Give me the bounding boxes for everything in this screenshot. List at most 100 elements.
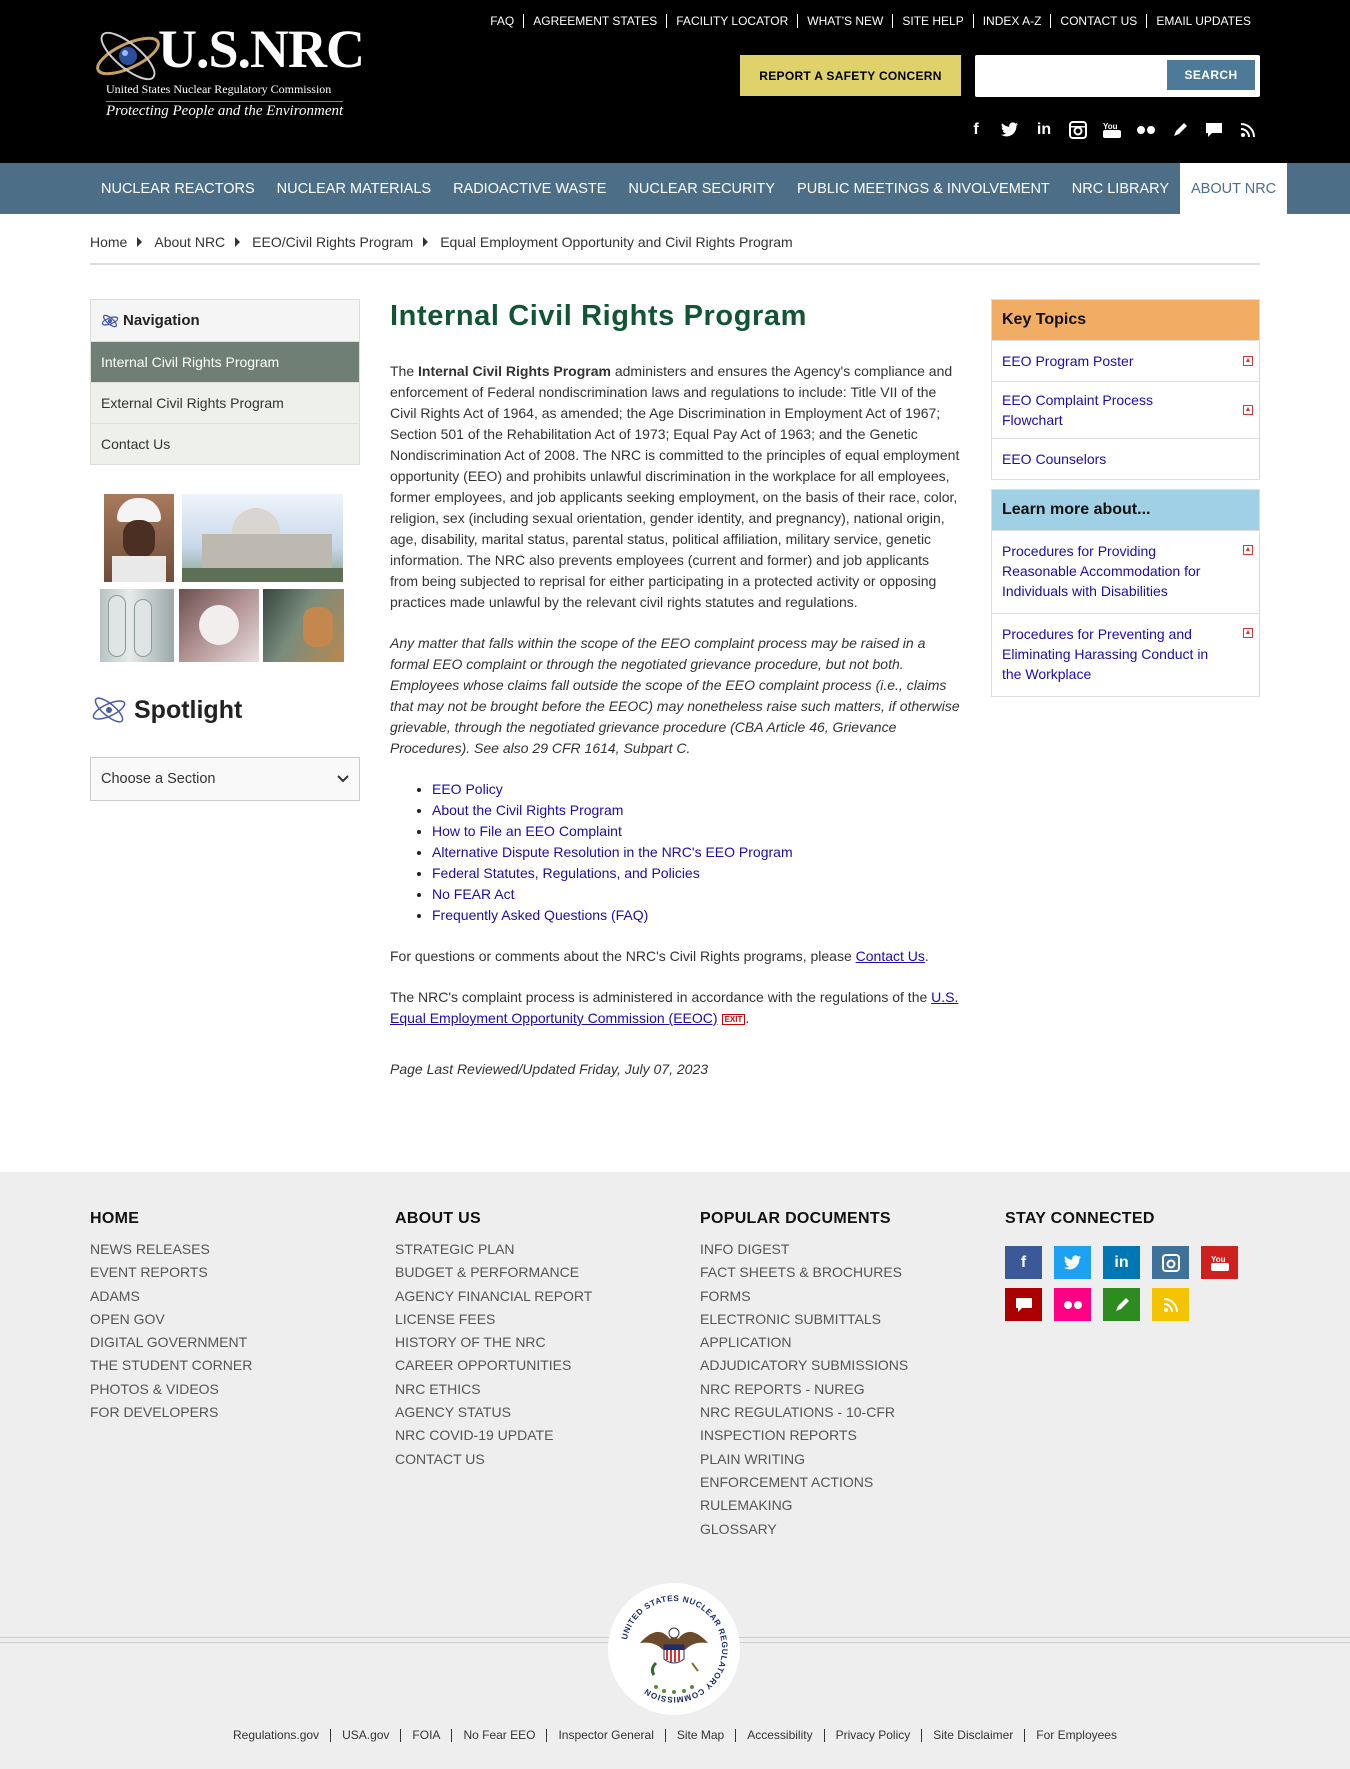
youtube-icon[interactable]: You (1201, 1246, 1238, 1279)
left-nav-contact-us[interactable]: Contact Us (91, 423, 359, 464)
footer-link[interactable]: AGENCY STATUS (395, 1401, 592, 1424)
footer-link[interactable]: PHOTOS & VIDEOS (90, 1378, 252, 1401)
key-topic-item[interactable]: EEO Complaint Process Flowchart ▲ (992, 381, 1259, 438)
key-topic-flowchart[interactable]: EEO Complaint Process Flowchart (1002, 390, 1217, 430)
util-link-faq[interactable]: FAQ (481, 14, 523, 28)
contact-us-link[interactable]: Contact Us (856, 948, 925, 964)
footer-link[interactable]: NRC REPORTS - NUREG (700, 1378, 930, 1401)
learn-more-reasonable-accommodation[interactable]: Procedures for Providing Reasonable Acco… (1002, 541, 1217, 601)
key-topic-item[interactable]: EEO Counselors (992, 438, 1259, 479)
util-link-email-updates[interactable]: EMAIL UPDATES (1146, 14, 1260, 28)
learn-more-item[interactable]: Procedures for Providing Reasonable Acco… (992, 530, 1259, 613)
footer-link[interactable]: NRC COVID-19 UPDATE (395, 1424, 592, 1447)
breadcrumb-eeo[interactable]: EEO/Civil Rights Program (252, 234, 413, 250)
footer-link[interactable]: ADJUDICATORY SUBMISSIONS (700, 1354, 930, 1377)
link-adr[interactable]: Alternative Dispute Resolution in the NR… (432, 844, 793, 860)
left-nav-external-civil-rights[interactable]: External Civil Rights Program (91, 382, 359, 423)
blog-icon[interactable] (1168, 118, 1192, 142)
flickr-icon[interactable] (1054, 1288, 1091, 1321)
footer-link[interactable]: EVENT REPORTS (90, 1261, 252, 1284)
youtube-icon[interactable]: You (1100, 118, 1124, 142)
rss-icon[interactable] (1152, 1288, 1189, 1321)
key-topic-counselors[interactable]: EEO Counselors (1002, 449, 1217, 469)
footer-link[interactable]: CONTACT US (395, 1448, 592, 1471)
instagram-icon[interactable] (1066, 118, 1090, 142)
nav-radioactive-waste[interactable]: RADIOACTIVE WASTE (442, 163, 617, 214)
comment-icon[interactable] (1005, 1288, 1042, 1321)
footer-popular-title[interactable]: POPULAR DOCUMENTS (700, 1210, 930, 1228)
blog-icon[interactable] (1103, 1288, 1140, 1321)
footer-bottom-link[interactable]: Regulations.gov (222, 1729, 330, 1742)
link-faq[interactable]: Frequently Asked Questions (FAQ) (432, 907, 648, 923)
footer-bottom-link[interactable]: Privacy Policy (823, 1729, 922, 1742)
nrc-logo[interactable]: U.S.NRC United States Nuclear Regulatory… (90, 18, 365, 123)
footer-home-title[interactable]: HOME (90, 1210, 252, 1228)
key-topic-item[interactable]: EEO Program Poster ▲ (992, 340, 1259, 381)
footer-link[interactable]: AGENCY FINANCIAL REPORT (395, 1285, 592, 1308)
facebook-icon[interactable]: f (964, 118, 988, 142)
footer-bottom-link[interactable]: USA.gov (330, 1729, 400, 1742)
footer-about-title[interactable]: ABOUT US (395, 1210, 592, 1228)
footer-link[interactable]: CAREER OPPORTUNITIES (395, 1354, 592, 1377)
footer-link[interactable]: HISTORY OF THE NRC (395, 1331, 592, 1354)
util-link-site-help[interactable]: SITE HELP (892, 14, 972, 28)
footer-link[interactable]: DIGITAL GOVERNMENT (90, 1331, 252, 1354)
footer-bottom-link[interactable]: Site Disclaimer (921, 1729, 1024, 1742)
util-link-index[interactable]: INDEX A-Z (972, 14, 1051, 28)
footer-link[interactable]: ADAMS (90, 1285, 252, 1308)
nav-nuclear-reactors[interactable]: NUCLEAR REACTORS (90, 163, 266, 214)
footer-link[interactable]: INSPECTION REPORTS (700, 1424, 930, 1447)
util-link-agreement-states[interactable]: AGREEMENT STATES (523, 14, 666, 28)
linkedin-icon[interactable]: in (1032, 118, 1056, 142)
util-link-contact-us[interactable]: CONTACT US (1050, 14, 1146, 28)
nav-about-nrc[interactable]: ABOUT NRC (1180, 163, 1288, 214)
twitter-icon[interactable] (1054, 1246, 1091, 1279)
footer-bottom-link[interactable]: Inspector General (546, 1729, 664, 1742)
linkedin-icon[interactable]: in (1103, 1246, 1140, 1279)
footer-bottom-link[interactable]: For Employees (1024, 1729, 1128, 1742)
footer-link[interactable]: NRC REGULATIONS - 10-CFR (700, 1401, 930, 1424)
nav-public-meetings[interactable]: PUBLIC MEETINGS & INVOLVEMENT (786, 163, 1061, 214)
key-topic-eeo-poster[interactable]: EEO Program Poster (1002, 351, 1217, 371)
nav-nuclear-materials[interactable]: NUCLEAR MATERIALS (266, 163, 442, 214)
footer-link[interactable]: RULEMAKING (700, 1494, 930, 1517)
footer-link[interactable]: ELECTRONIC SUBMITTALS APPLICATION (700, 1308, 930, 1355)
flickr-icon[interactable] (1134, 118, 1158, 142)
link-about-civil-rights[interactable]: About the Civil Rights Program (432, 802, 623, 818)
footer-bottom-link[interactable]: Site Map (664, 1729, 735, 1742)
footer-link[interactable]: GLOSSARY (700, 1518, 930, 1541)
footer-link[interactable]: STRATEGIC PLAN (395, 1238, 592, 1261)
footer-link[interactable]: THE STUDENT CORNER (90, 1354, 252, 1377)
link-no-fear-act[interactable]: No FEAR Act (432, 886, 514, 902)
footer-link[interactable]: PLAIN WRITING (700, 1448, 930, 1471)
learn-more-item[interactable]: Procedures for Preventing and Eliminatin… (992, 613, 1259, 696)
footer-link[interactable]: LICENSE FEES (395, 1308, 592, 1331)
footer-bottom-link[interactable]: No Fear EEO (451, 1729, 546, 1742)
nav-nuclear-security[interactable]: NUCLEAR SECURITY (617, 163, 786, 214)
footer-link[interactable]: BUDGET & PERFORMANCE (395, 1261, 592, 1284)
facebook-icon[interactable]: f (1005, 1246, 1042, 1279)
footer-link[interactable]: FOR DEVELOPERS (90, 1401, 252, 1424)
footer-link[interactable]: ENFORCEMENT ACTIONS (700, 1471, 930, 1494)
left-nav-internal-civil-rights[interactable]: Internal Civil Rights Program (91, 341, 359, 382)
util-link-facility-locator[interactable]: FACILITY LOCATOR (666, 14, 797, 28)
nav-nrc-library[interactable]: NRC LIBRARY (1061, 163, 1180, 214)
choose-section-select[interactable]: Choose a Section (90, 757, 360, 801)
footer-link[interactable]: NEWS RELEASES (90, 1238, 252, 1261)
learn-more-harassment[interactable]: Procedures for Preventing and Eliminatin… (1002, 624, 1217, 684)
footer-link[interactable]: NRC ETHICS (395, 1378, 592, 1401)
link-file-complaint[interactable]: How to File an EEO Complaint (432, 823, 622, 839)
breadcrumb-about-nrc[interactable]: About NRC (154, 234, 225, 250)
footer-link[interactable]: INFO DIGEST (700, 1238, 930, 1261)
twitter-icon[interactable] (998, 118, 1022, 142)
instagram-icon[interactable] (1152, 1246, 1189, 1279)
breadcrumb-home[interactable]: Home (90, 234, 127, 250)
footer-link[interactable]: FACT SHEETS & BROCHURES (700, 1261, 930, 1284)
rss-icon[interactable] (1236, 118, 1260, 142)
link-eeo-policy[interactable]: EEO Policy (432, 781, 503, 797)
footer-bottom-link[interactable]: Accessibility (735, 1729, 823, 1742)
report-safety-concern-button[interactable]: REPORT A SAFETY CONCERN (740, 55, 961, 96)
footer-bottom-link[interactable]: FOIA (400, 1729, 451, 1742)
comment-icon[interactable] (1202, 118, 1226, 142)
search-input[interactable] (981, 61, 1166, 91)
